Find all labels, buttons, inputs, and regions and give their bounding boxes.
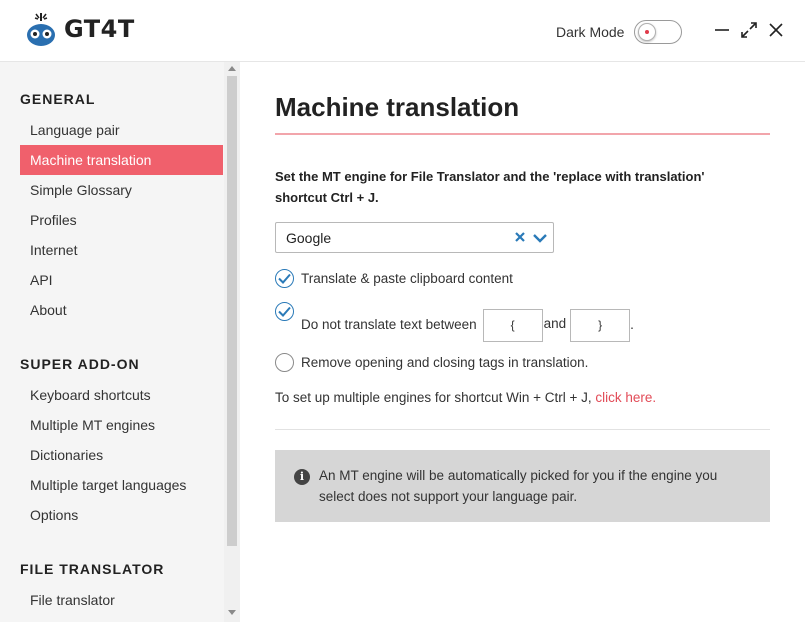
sidebar-item-machine-translation[interactable]: Machine translation — [20, 145, 223, 175]
sidebar-item-multiple-mt-engines[interactable]: Multiple MT engines — [20, 410, 223, 440]
multi-engine-note-text: To set up multiple engines for shortcut … — [275, 390, 592, 405]
option-do-not-translate[interactable]: Do not translate text between { and } . — [275, 302, 634, 342]
info-icon: i — [294, 469, 310, 485]
sidebar: GENERAL Language pair Machine translatio… — [0, 62, 240, 622]
info-box: i An MT engine will be automatically pic… — [275, 450, 770, 522]
app-logo: GT4T — [24, 10, 135, 48]
check-icon[interactable] — [275, 269, 294, 288]
click-here-link[interactable]: click here. — [595, 390, 656, 405]
sidebar-item-about[interactable]: About — [20, 295, 223, 325]
clear-icon[interactable] — [514, 230, 526, 249]
scroll-up-icon[interactable] — [228, 66, 236, 71]
dark-mode-label: Dark Mode — [556, 24, 625, 40]
sidebar-item-multiple-target-languages[interactable]: Multiple target languages — [20, 470, 223, 500]
unchecked-circle-icon[interactable] — [275, 353, 294, 372]
engine-description: Set the MT engine for File Translator an… — [275, 169, 705, 205]
option-remove-tags-label: Remove opening and closing tags in trans… — [301, 355, 589, 370]
sidebar-scrollbar[interactable] — [224, 62, 240, 622]
robot-logo-icon — [27, 13, 55, 46]
dark-mode-toggle[interactable] — [634, 20, 683, 44]
check-icon[interactable] — [275, 302, 294, 321]
section-divider — [275, 429, 770, 430]
option-translate-paste-label: Translate & paste clipboard content — [301, 271, 513, 286]
title-bar: GT4T Dark Mode — [0, 0, 805, 62]
page-title: Machine translation — [275, 92, 520, 122]
sidebar-item-keyboard-shortcuts[interactable]: Keyboard shortcuts — [20, 380, 223, 410]
multi-engine-note: To set up multiple engines for shortcut … — [275, 390, 656, 405]
option-translate-paste[interactable]: Translate & paste clipboard content — [275, 269, 513, 288]
sidebar-section-general: GENERAL — [20, 91, 96, 107]
minimize-icon — [715, 29, 729, 31]
info-text: An MT engine will be automatically picke… — [319, 468, 718, 504]
open-delimiter-input[interactable]: { — [482, 309, 543, 342]
maximize-button[interactable] — [739, 20, 759, 40]
scroll-thumb[interactable] — [227, 76, 237, 546]
sidebar-section-super-add-on: SUPER ADD-ON — [20, 356, 140, 372]
close-delimiter-input[interactable]: } — [570, 309, 631, 342]
mt-engine-select[interactable]: Google — [275, 222, 554, 253]
sidebar-item-api[interactable]: API — [20, 265, 223, 295]
toggle-knob — [638, 23, 657, 41]
sidebar-item-profiles[interactable]: Profiles — [20, 205, 223, 235]
sidebar-item-language-pair[interactable]: Language pair — [20, 115, 223, 145]
sidebar-item-dictionaries[interactable]: Dictionaries — [20, 440, 223, 470]
trailing-period: . — [630, 317, 634, 332]
option-do-not-translate-label: Do not translate text between — [301, 317, 477, 332]
close-button[interactable] — [766, 20, 786, 40]
sidebar-section-file-translator: FILE TRANSLATOR — [20, 561, 165, 577]
scroll-down-icon[interactable] — [228, 610, 236, 615]
main-panel: Machine translation Set the MT engine fo… — [241, 62, 805, 622]
dark-mode-control: Dark Mode — [556, 20, 683, 44]
close-icon — [769, 23, 783, 37]
option-remove-tags[interactable]: Remove opening and closing tags in trans… — [275, 353, 588, 372]
mt-engine-value: Google — [286, 230, 332, 246]
sidebar-item-simple-glossary[interactable]: Simple Glossary — [20, 175, 223, 205]
title-divider — [275, 133, 770, 135]
sidebar-item-internet[interactable]: Internet — [20, 235, 223, 265]
and-label: and — [543, 316, 567, 331]
app-name: GT4T — [64, 15, 135, 43]
expand-icon — [741, 22, 757, 38]
sidebar-item-options[interactable]: Options — [20, 500, 223, 530]
sidebar-item-file-translator[interactable]: File translator — [20, 585, 223, 615]
minimize-button[interactable] — [712, 20, 732, 40]
chevron-down-icon[interactable] — [533, 231, 547, 249]
